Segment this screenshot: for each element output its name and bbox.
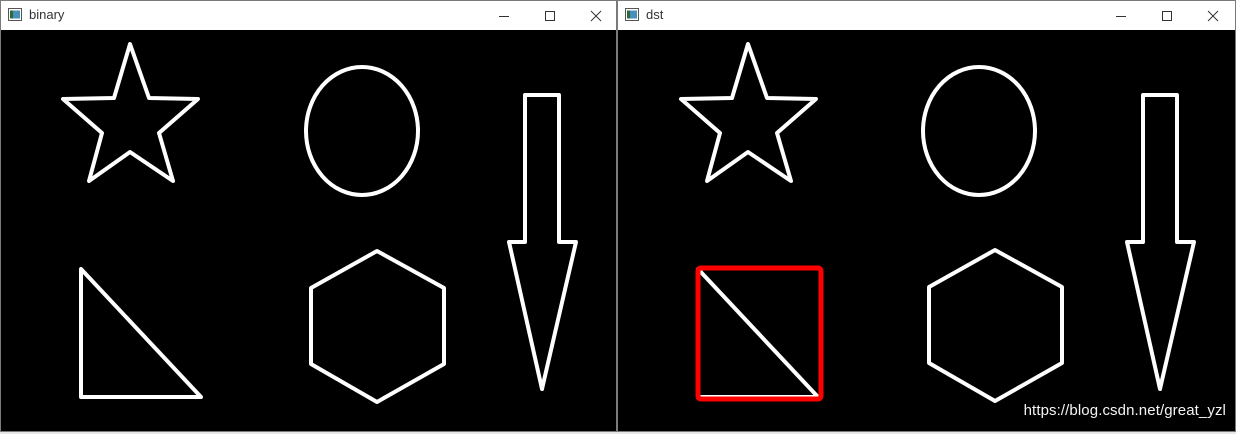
ellipse-shape xyxy=(921,65,1037,197)
ellipse-shape xyxy=(304,65,420,197)
maximize-button[interactable] xyxy=(527,1,573,30)
minimize-button[interactable] xyxy=(481,1,527,30)
right-triangle-shape xyxy=(79,267,203,399)
hexagon-shape xyxy=(927,248,1064,403)
minimize-icon xyxy=(499,15,509,17)
maximize-button[interactable] xyxy=(1144,1,1190,30)
shapes-image xyxy=(679,42,1196,403)
titlebar-dst[interactable]: dst xyxy=(618,1,1235,30)
right-triangle-shape xyxy=(696,267,820,399)
down-arrow-shape xyxy=(1125,93,1196,391)
shapes-image xyxy=(61,42,578,404)
star-shape xyxy=(679,42,818,183)
down-arrow-shape xyxy=(507,93,578,391)
app-window-icon xyxy=(8,8,22,21)
minimize-button[interactable] xyxy=(1098,1,1144,30)
window-title: dst xyxy=(646,7,664,22)
window-title: binary xyxy=(29,7,65,22)
watermark-text: https://blog.csdn.net/great_yzl xyxy=(1023,402,1226,419)
window-binary: binary xyxy=(0,0,617,432)
app-window-icon xyxy=(625,8,639,21)
close-button[interactable] xyxy=(573,1,619,30)
window-dst: dst https://blog.csdn.net/great_yzl xyxy=(617,0,1236,432)
image-canvas-dst: https://blog.csdn.net/great_yzl xyxy=(618,30,1235,431)
hexagon-shape xyxy=(309,249,446,404)
maximize-icon xyxy=(545,10,555,21)
titlebar-binary[interactable]: binary xyxy=(1,1,616,30)
close-icon xyxy=(1207,10,1219,21)
close-button[interactable] xyxy=(1190,1,1236,30)
star-shape xyxy=(61,42,200,183)
desktop: binary dst https://blog.csdn.net/great_y… xyxy=(0,0,1236,434)
image-canvas-binary xyxy=(1,30,616,431)
minimize-icon xyxy=(1116,15,1126,17)
close-icon xyxy=(590,10,602,21)
maximize-icon xyxy=(1162,10,1172,21)
